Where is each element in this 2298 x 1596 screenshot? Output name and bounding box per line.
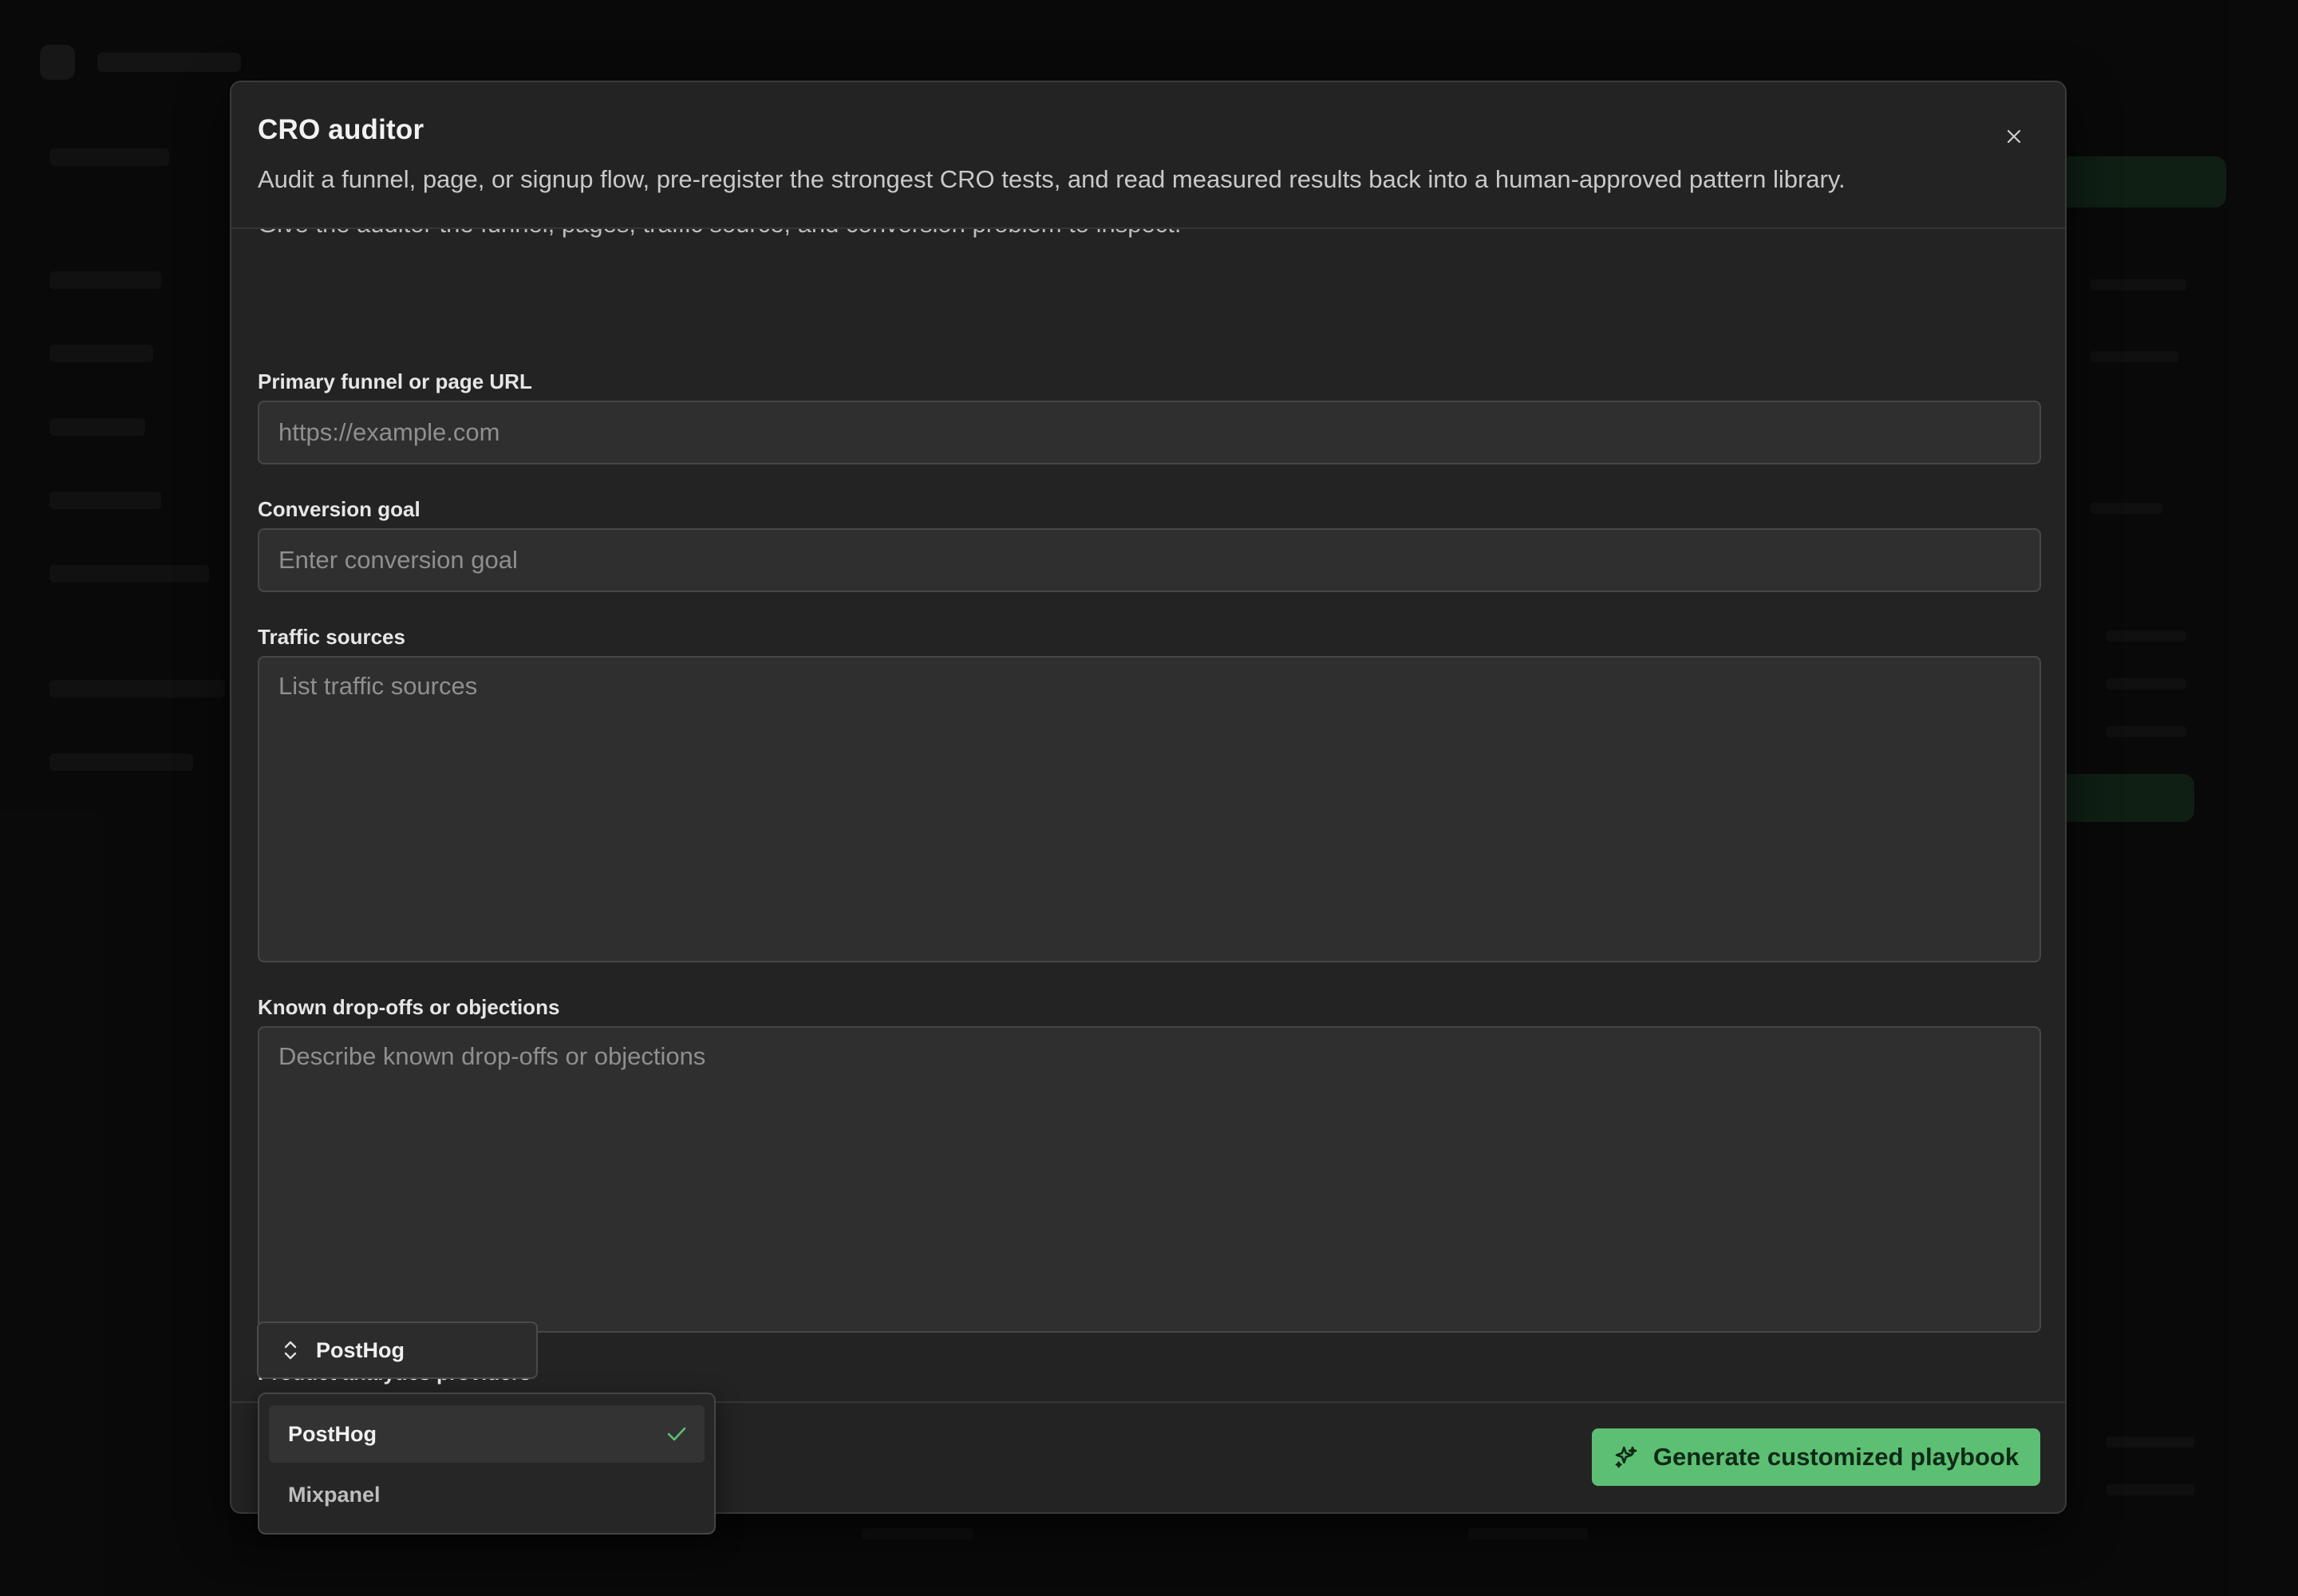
intro-text: Give the auditor the funnel, pages, traf…: [258, 227, 1181, 239]
analytics-provider-select[interactable]: PostHog: [257, 1321, 538, 1379]
dropoffs-textarea[interactable]: [258, 1026, 2041, 1333]
option-label: Mixpanel: [288, 1482, 381, 1507]
analytics-provider-dropdown: PostHog Mixpanel: [258, 1393, 716, 1535]
dialog-title: CRO auditor: [258, 114, 424, 145]
cro-auditor-dialog: CRO auditor Audit a funnel, page, or sig…: [230, 81, 2067, 1514]
option-mixpanel[interactable]: Mixpanel: [269, 1466, 705, 1523]
option-label: PostHog: [288, 1421, 377, 1446]
url-label: Primary funnel or page URL: [258, 369, 532, 393]
url-input[interactable]: [258, 401, 2041, 464]
traffic-textarea[interactable]: [258, 656, 2041, 962]
check-icon: [666, 1424, 687, 1444]
dialog-body[interactable]: Give the auditor the funnel, pages, traf…: [231, 227, 2065, 1484]
sparkles-icon: [1613, 1444, 1639, 1470]
dialog-header: CRO auditor Audit a funnel, page, or sig…: [231, 82, 2065, 229]
dialog-description: Audit a funnel, page, or signup flow, pr…: [258, 165, 1846, 193]
option-posthog[interactable]: PostHog: [269, 1405, 705, 1463]
generate-playbook-label: Generate customized playbook: [1652, 1443, 2020, 1471]
dropoffs-label: Known drop-offs or objections: [258, 995, 560, 1019]
traffic-label: Traffic sources: [258, 625, 405, 649]
close-icon: [2004, 127, 2024, 146]
goal-input[interactable]: [258, 528, 2041, 592]
close-button[interactable]: [1996, 119, 2031, 154]
chevron-up-down-icon: [282, 1339, 298, 1361]
analytics-provider-value: PostHog: [316, 1337, 405, 1362]
generate-playbook-button[interactable]: Generate customized playbook: [1592, 1428, 2040, 1486]
goal-label: Conversion goal: [258, 497, 421, 521]
